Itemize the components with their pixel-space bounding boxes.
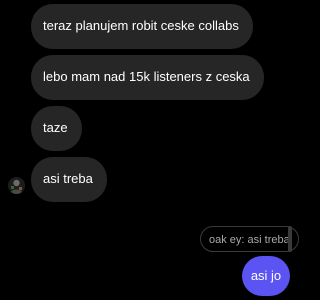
- received-message-bubble[interactable]: taze: [31, 106, 82, 151]
- avatar-image: [8, 177, 25, 194]
- sender-avatar[interactable]: [8, 177, 25, 194]
- received-message-bubble[interactable]: teraz planujem robit ceske collabs: [31, 4, 253, 49]
- message-text: lebo mam nad 15k listeners z ceska: [43, 69, 250, 84]
- reply-indicator-bar: [288, 226, 292, 252]
- message-text: teraz planujem robit ceske collabs: [43, 18, 239, 33]
- received-message-bubble[interactable]: asi treba: [31, 157, 107, 202]
- reply-preview[interactable]: oak ey: asi treba: [200, 226, 299, 252]
- sent-message-bubble[interactable]: asi jo: [242, 256, 290, 296]
- reply-preview-text: oak ey: asi treba: [209, 234, 290, 246]
- message-text: taze: [43, 120, 68, 135]
- message-thread: teraz planujem robit ceske collabs lebo …: [0, 0, 300, 300]
- message-text: asi jo: [250, 268, 282, 283]
- received-message-bubble[interactable]: lebo mam nad 15k listeners z ceska: [31, 55, 264, 100]
- message-text: asi treba: [43, 171, 93, 186]
